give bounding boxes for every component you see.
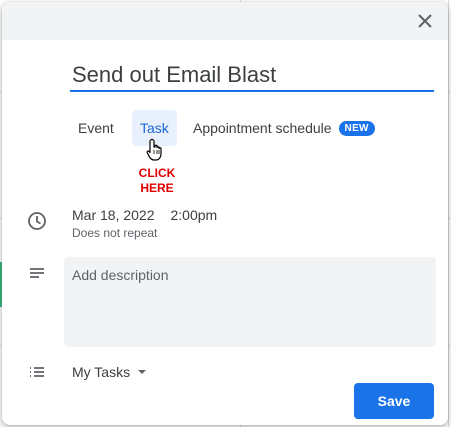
annotation-line1: CLICK	[138, 166, 176, 180]
hand-pointer-icon	[146, 138, 162, 161]
tab-task-label: Task	[140, 120, 169, 136]
grid-line	[448, 0, 449, 427]
task-dialog: Event Task Appointment schedule NEW CLIC…	[2, 2, 448, 425]
task-list-label: My Tasks	[72, 364, 131, 380]
title-input[interactable]	[70, 62, 434, 92]
clock-icon	[26, 210, 48, 232]
description-placeholder: Add description	[72, 267, 169, 283]
save-button[interactable]: Save	[354, 383, 434, 419]
tab-appointment-schedule-label: Appointment schedule	[193, 120, 332, 136]
tab-appointment-schedule[interactable]: Appointment schedule NEW	[185, 110, 383, 146]
repeat-option[interactable]: Does not repeat	[72, 226, 157, 240]
list-icon	[26, 362, 48, 382]
time-value[interactable]: 2:00pm	[171, 207, 218, 223]
date-time[interactable]: Mar 18, 2022 2:00pm	[72, 207, 217, 223]
dialog-header	[2, 2, 448, 40]
notes-icon	[26, 264, 48, 284]
tab-event-label: Event	[78, 120, 114, 136]
date-value[interactable]: Mar 18, 2022	[72, 207, 155, 223]
description-input[interactable]: Add description	[64, 257, 436, 347]
click-here-annotation: CLICK HERE	[124, 166, 190, 196]
annotation-line2: HERE	[140, 181, 174, 195]
close-button[interactable]	[414, 10, 436, 32]
task-list-dropdown[interactable]: My Tasks	[72, 362, 147, 382]
dropdown-caret-icon	[138, 370, 147, 374]
new-badge: NEW	[338, 120, 375, 136]
close-icon	[418, 14, 432, 28]
tab-event[interactable]: Event	[70, 110, 122, 146]
